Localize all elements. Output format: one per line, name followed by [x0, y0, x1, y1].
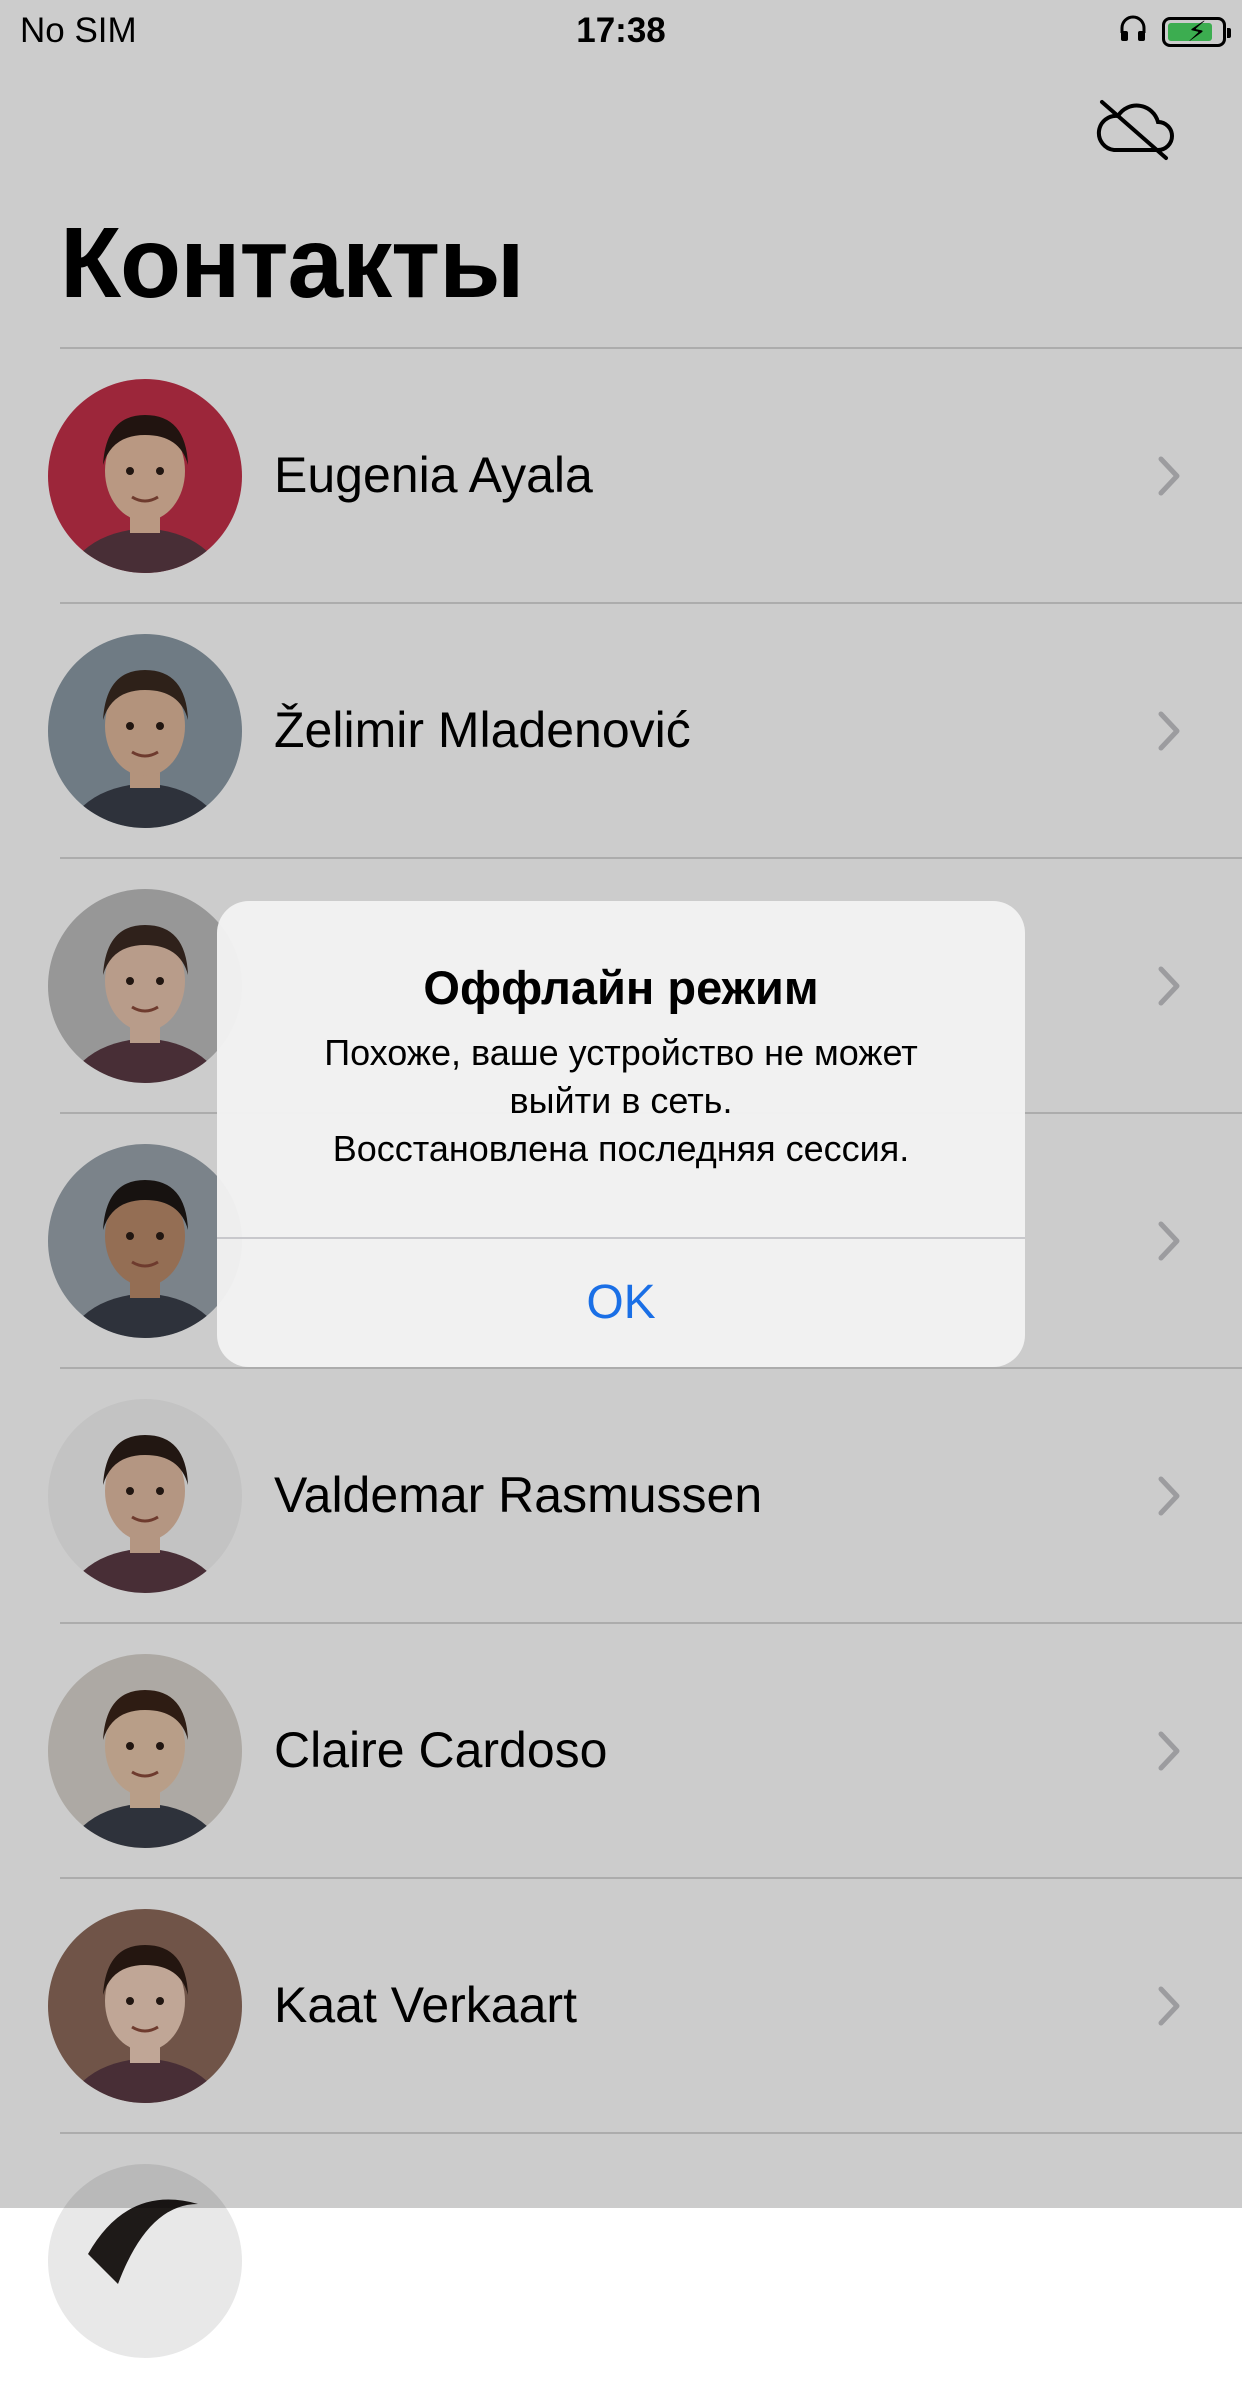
alert-message-line: выйти в сеть. [509, 1080, 733, 1121]
alert-message: Похоже, ваше устройство не может выйти в… [257, 1029, 985, 1173]
ok-button[interactable]: OK [217, 1239, 1025, 1367]
alert-title: Оффлайн режим [423, 961, 819, 1014]
offline-alert: Оффлайн режим Похоже, ваше устройство не… [217, 901, 1025, 1367]
alert-message-line: Восстановлена последняя сессия. [332, 1128, 910, 1169]
alert-message-line: Похоже, ваше устройство не может [324, 1032, 918, 1073]
